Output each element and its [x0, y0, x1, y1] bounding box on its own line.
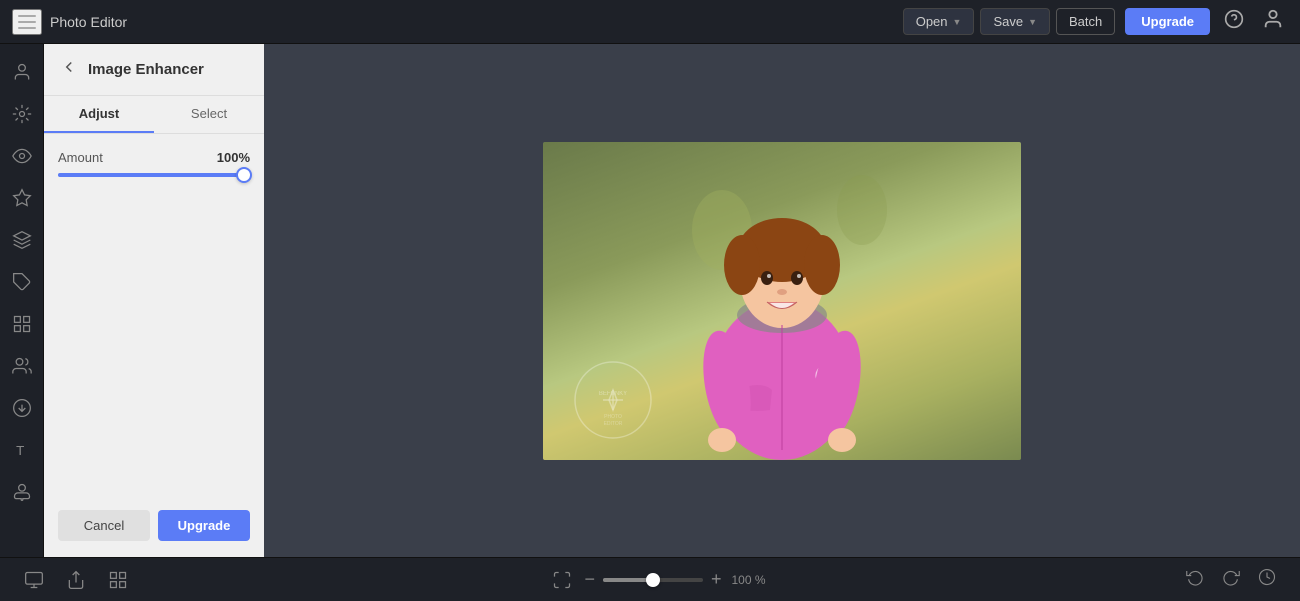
svg-text:EDITOR: EDITOR	[604, 421, 623, 427]
panel-content: Amount 100%	[44, 134, 264, 510]
sidebar-icon-grid[interactable]	[4, 306, 40, 342]
sidebar-icon-view[interactable]	[4, 138, 40, 174]
amount-slider[interactable]	[58, 173, 250, 177]
open-caret: ▼	[953, 17, 962, 27]
sidebar-icon-adjust[interactable]	[4, 96, 40, 132]
cancel-button[interactable]: Cancel	[58, 510, 150, 541]
sidebar-icon-people[interactable]	[4, 348, 40, 384]
sidebar-icon-text[interactable]: T	[4, 432, 40, 468]
top-bar-left: Photo Editor	[12, 9, 893, 35]
zoom-thumb	[646, 573, 660, 587]
sidebar-icon-download[interactable]	[4, 390, 40, 426]
app-title: Photo Editor	[50, 14, 127, 30]
bottom-left	[20, 566, 132, 594]
top-bar: Photo Editor Open ▼ Save ▼ Batch Upgrade	[0, 0, 1300, 44]
canvas-area: BEFUNKY PHOTO EDITOR	[264, 44, 1300, 557]
back-button[interactable]	[58, 56, 80, 83]
help-button[interactable]	[1220, 5, 1248, 38]
watermark: BEFUNKY PHOTO EDITOR	[573, 360, 653, 440]
open-button[interactable]: Open ▼	[903, 8, 975, 35]
fullscreen-icon[interactable]	[548, 566, 576, 594]
sidebar-icon-user[interactable]	[4, 54, 40, 90]
panel-actions: Cancel Upgrade	[44, 510, 264, 557]
undo-icon[interactable]	[1182, 564, 1208, 595]
save-caret: ▼	[1028, 17, 1037, 27]
zoom-out-icon[interactable]: −	[584, 569, 595, 590]
photo-display: BEFUNKY PHOTO EDITOR	[543, 142, 1021, 460]
batch-button[interactable]: Batch	[1056, 8, 1115, 35]
zoom-slider[interactable]	[603, 578, 703, 582]
hamburger-menu[interactable]	[12, 9, 42, 35]
panel-header: Image Enhancer	[44, 44, 264, 96]
tab-select[interactable]: Select	[154, 96, 264, 133]
sidebar-icon-stamp[interactable]	[4, 474, 40, 510]
panel-upgrade-button[interactable]: Upgrade	[158, 510, 250, 541]
bottom-right	[1182, 564, 1280, 595]
sidebar-icon-layers[interactable]	[4, 222, 40, 258]
bottom-icon-display[interactable]	[20, 566, 48, 594]
slider-fill	[58, 173, 250, 177]
top-bar-center: Open ▼ Save ▼ Batch	[903, 8, 1116, 35]
panel-tabs: Adjust Select	[44, 96, 264, 134]
main-area: T Image Enhancer Adjust Select Amount 10…	[0, 44, 1300, 557]
top-bar-right: Upgrade	[1125, 4, 1288, 39]
left-sidebar: T	[0, 44, 44, 557]
slider-thumb	[236, 167, 252, 183]
panel-title: Image Enhancer	[88, 61, 204, 78]
bottom-center: − + 100 %	[548, 566, 765, 594]
bottom-bar: − + 100 %	[0, 557, 1300, 601]
history-icon[interactable]	[1254, 564, 1280, 595]
sidebar-icon-effects[interactable]	[4, 180, 40, 216]
amount-row: Amount 100%	[58, 150, 250, 165]
save-button[interactable]: Save ▼	[980, 8, 1050, 35]
redo-icon[interactable]	[1218, 564, 1244, 595]
svg-text:T: T	[16, 443, 24, 458]
panel: Image Enhancer Adjust Select Amount 100%…	[44, 44, 264, 557]
profile-button[interactable]	[1258, 4, 1288, 39]
sidebar-icon-tag[interactable]	[4, 264, 40, 300]
amount-label: Amount	[58, 150, 103, 165]
image-container: BEFUNKY PHOTO EDITOR	[543, 142, 1021, 460]
zoom-percent: 100 %	[730, 573, 766, 587]
upgrade-button[interactable]: Upgrade	[1125, 8, 1210, 35]
bottom-icon-share[interactable]	[62, 566, 90, 594]
bottom-icon-grid[interactable]	[104, 566, 132, 594]
svg-text:PHOTO: PHOTO	[604, 414, 622, 420]
amount-value: 100%	[217, 150, 250, 165]
zoom-in-icon[interactable]: +	[711, 569, 722, 590]
tab-adjust[interactable]: Adjust	[44, 96, 154, 133]
photo-subject	[662, 150, 902, 460]
